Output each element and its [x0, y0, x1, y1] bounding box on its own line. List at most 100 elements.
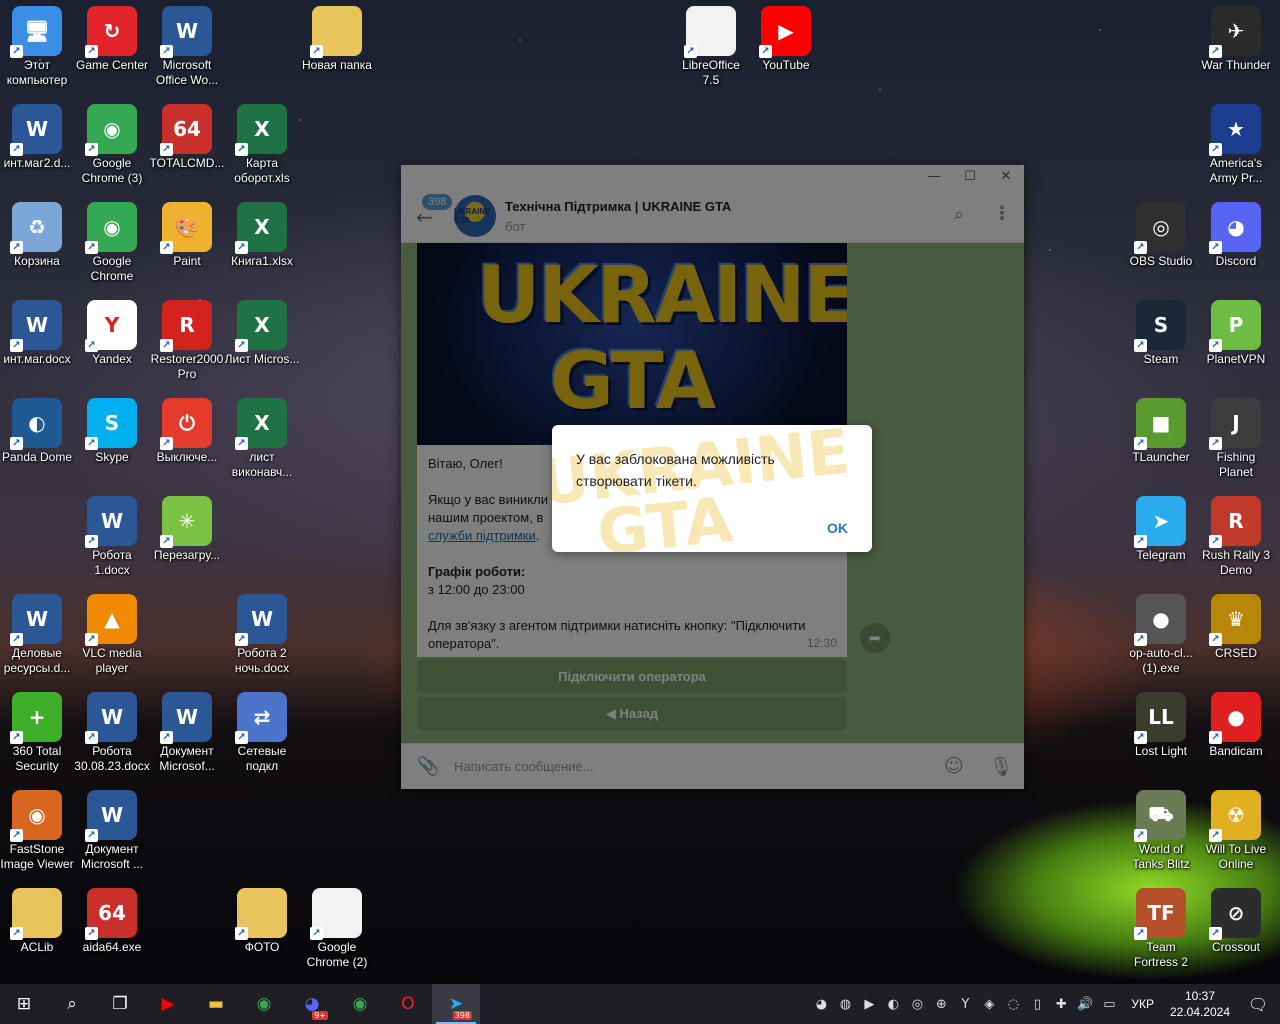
task-view-button[interactable]: ❐: [96, 984, 144, 1024]
notifications-icon[interactable]: 🗨: [1236, 984, 1280, 1024]
desktop-icon[interactable]: WДеловые ресурсы.d...: [0, 588, 74, 684]
desktop-icon[interactable]: ◐Panda Dome: [0, 392, 74, 488]
desktop-icon[interactable]: RRestorer2000 Pro: [150, 294, 224, 390]
app-icon: W: [85, 692, 137, 744]
desktop-icon[interactable]: 🖥Этот компьютер: [0, 0, 74, 96]
desktop-icon[interactable]: RRush Rally 3 Demo: [1199, 490, 1273, 586]
desktop-icon[interactable]: ✳Перезагру...: [150, 490, 224, 586]
youtube-taskbar[interactable]: ▶: [144, 984, 192, 1024]
desktop-icon[interactable]: SSkype: [75, 392, 149, 488]
discord-tray-icon[interactable]: ◕: [809, 984, 833, 1024]
desktop-icon[interactable]: ◉Google Chrome (3): [75, 98, 149, 194]
desktop-icon[interactable]: 64TOTALCMD...: [150, 98, 224, 194]
blocked-tickets-dialog: UKRAINE GTA У вас заблокована можливість…: [552, 425, 872, 552]
app-icon: W: [160, 692, 212, 744]
opera-taskbar[interactable]: O: [384, 984, 432, 1024]
desktop-icon[interactable]: ФОТО: [225, 882, 299, 978]
desktop-icon[interactable]: Google Chrome (2): [300, 882, 374, 978]
desktop-icon[interactable]: ✈War Thunder: [1199, 0, 1273, 96]
yandex-tray-icon[interactable]: Y: [953, 984, 977, 1024]
desktop-icon[interactable]: ▶YouTube: [749, 0, 823, 96]
desktop-icon[interactable]: LLLost Light: [1124, 686, 1198, 782]
app-icon: W: [85, 790, 137, 842]
desktop-icon-label: Робота 2 ночь.docx: [234, 646, 290, 675]
security-tray-icon[interactable]: ✚: [1049, 984, 1073, 1024]
app-icon: [684, 6, 736, 58]
chrome2-taskbar[interactable]: ◉: [336, 984, 384, 1024]
desktop-icon[interactable]: ▲VLC media player: [75, 588, 149, 684]
desktop-icon[interactable]: WРобота 30.08.23.docx: [74, 686, 150, 782]
desktop-icon[interactable]: WДокумент Microsof...: [150, 686, 224, 782]
clock[interactable]: 10:37 22.04.2024: [1164, 988, 1236, 1020]
desktop-icon[interactable]: WРобота 2 ночь.docx: [225, 588, 299, 684]
desktop-icon-label: YouTube: [762, 58, 810, 72]
desktop-icon[interactable]: ⊘Crossout: [1199, 882, 1273, 978]
ok-button[interactable]: OK: [827, 520, 848, 536]
start-button[interactable]: ⊞: [0, 984, 48, 1024]
app-icon: W: [10, 594, 62, 646]
desktop-icon[interactable]: ⏻Выключе...: [150, 392, 224, 488]
desktop-icon[interactable]: WРобота 1.docx: [75, 490, 149, 586]
app-icon: W: [10, 300, 62, 352]
desktop-icon[interactable]: ●op-auto-cl... (1).exe: [1124, 588, 1198, 684]
vpn-tray-icon[interactable]: ◎: [905, 984, 929, 1024]
desktop-icon[interactable]: ➤Telegram: [1124, 490, 1198, 586]
app-icon: S: [1134, 300, 1186, 352]
desktop-icon[interactable]: ♛CRSED: [1199, 588, 1273, 684]
network-globe-icon[interactable]: ⊕: [929, 984, 953, 1024]
desktop-icon[interactable]: 64aida64.exe: [75, 882, 149, 978]
desktop-icon[interactable]: Wинт.маг2.d...: [0, 98, 74, 194]
app-icon: ⇄: [235, 692, 287, 744]
usb-tray-icon[interactable]: ▯: [1025, 984, 1049, 1024]
language-indicator[interactable]: УКР: [1131, 997, 1154, 1011]
desktop-icon[interactable]: ◎OBS Studio: [1124, 196, 1198, 292]
telegram-taskbar[interactable]: ➤ 398: [432, 984, 480, 1024]
discord-taskbar[interactable]: ◕ 9+: [288, 984, 336, 1024]
desktop-icon[interactable]: ●Bandicam: [1199, 686, 1273, 782]
app-icon: ♻: [10, 202, 62, 254]
chrome-taskbar[interactable]: ◉: [240, 984, 288, 1024]
media-tray-icon[interactable]: ▶: [857, 984, 881, 1024]
desktop-icon[interactable]: XЛист Micros...: [225, 294, 299, 390]
update-tray-icon[interactable]: ◍: [833, 984, 857, 1024]
panda-tray-icon[interactable]: ◐: [881, 984, 905, 1024]
desktop-icon-label: Документ Microsof...: [159, 744, 215, 773]
desktop-icon[interactable]: ↻Game Center: [75, 0, 149, 96]
desktop-icon[interactable]: Новая папка: [300, 0, 374, 96]
desktop-icon[interactable]: Xлист виконавч...: [225, 392, 299, 488]
app-icon: Y: [85, 300, 137, 352]
desktop-icon[interactable]: ■TLauncher: [1124, 392, 1198, 488]
desktop-icon[interactable]: ◕Discord: [1199, 196, 1273, 292]
desktop-icon[interactable]: ★America's Army Pr...: [1199, 98, 1273, 194]
search-button[interactable]: ⌕: [48, 984, 96, 1024]
steam-tray-icon[interactable]: ◌: [1001, 984, 1025, 1024]
app-tray-icon[interactable]: ◈: [977, 984, 1001, 1024]
desktop-icon[interactable]: XКнига1.xlsx: [225, 196, 299, 292]
desktop-icon[interactable]: YYandex: [75, 294, 149, 390]
desktop-icon[interactable]: WMicrosoft Office Wo...: [150, 0, 224, 96]
desktop-icon[interactable]: ☢Will To Live Online: [1199, 784, 1273, 880]
desktop-icon[interactable]: TFTeam Fortress 2: [1124, 882, 1198, 978]
desktop-icon[interactable]: LibreOffice 7.5: [674, 0, 748, 96]
desktop-icon[interactable]: PPlanetVPN: [1199, 294, 1273, 390]
desktop-icon[interactable]: ◉FastStone Image Viewer: [0, 784, 74, 880]
desktop-icon[interactable]: SSteam: [1124, 294, 1198, 390]
app-icon: TF: [1134, 888, 1186, 940]
app-icon: X: [235, 398, 287, 450]
desktop-icon[interactable]: Wинт.маг.docx: [0, 294, 74, 390]
desktop-icon-label: PlanetVPN: [1206, 352, 1266, 366]
explorer-taskbar[interactable]: ▬: [192, 984, 240, 1024]
volume-icon[interactable]: 🔊: [1073, 984, 1097, 1024]
desktop-icon-label: Restorer2000 Pro: [150, 352, 224, 381]
desktop-icon[interactable]: ⛟World of Tanks Blitz: [1124, 784, 1198, 880]
desktop-icon[interactable]: XКарта оборот.xls: [225, 98, 299, 194]
desktop-icon[interactable]: ◉Google Chrome: [75, 196, 149, 292]
desktop-icon[interactable]: +360 Total Security: [0, 686, 74, 782]
network-icon[interactable]: ▭: [1097, 984, 1121, 1024]
desktop-icon[interactable]: ⇄Сетевые подкл: [225, 686, 299, 782]
desktop-icon[interactable]: ACLib: [0, 882, 74, 978]
desktop-icon[interactable]: WДокумент Microsoft ...: [75, 784, 149, 880]
desktop-icon[interactable]: 🎨Paint: [150, 196, 224, 292]
desktop-icon[interactable]: ♻Корзина: [0, 196, 74, 292]
desktop-icon[interactable]: JFishing Planet: [1199, 392, 1273, 488]
